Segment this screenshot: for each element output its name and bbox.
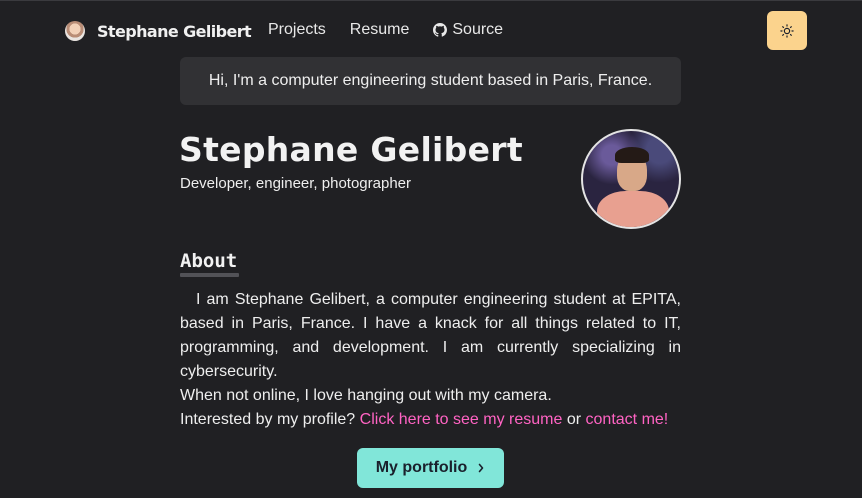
brand-avatar bbox=[65, 21, 85, 41]
main-nav: Projects Resume Source bbox=[268, 21, 503, 39]
github-icon bbox=[433, 23, 448, 37]
photo-shirt bbox=[597, 191, 669, 227]
greeting-banner: Hi, I'm a computer engineering student b… bbox=[180, 57, 681, 105]
resume-link[interactable]: Click here to see my resume bbox=[360, 411, 563, 428]
nav-projects-link[interactable]: Projects bbox=[268, 21, 326, 39]
sun-icon bbox=[780, 23, 794, 38]
brand-logo-link[interactable]: Stephane Gelibert bbox=[65, 20, 252, 42]
top-navbar: Stephane Gelibert Projects Resume Source bbox=[0, 0, 862, 58]
portfolio-button-label: My portfolio bbox=[375, 459, 468, 476]
about-section: I am Stephane Gelibert, a computer engin… bbox=[180, 288, 681, 432]
about-heading-underline bbox=[180, 273, 239, 277]
nav-source-label: Source bbox=[452, 21, 504, 38]
chevron-right-icon bbox=[478, 463, 484, 473]
about-interest-line: Interested by my profile? Click here to … bbox=[180, 408, 681, 432]
brand-name: Stephane Gelibert bbox=[97, 21, 252, 41]
nav-resume-link[interactable]: Resume bbox=[350, 21, 410, 39]
about-paragraph: I am Stephane Gelibert, a computer engin… bbox=[180, 291, 681, 380]
profile-photo bbox=[581, 129, 681, 229]
nav-source-link[interactable]: Source bbox=[433, 21, 503, 39]
contact-link[interactable]: contact me! bbox=[586, 411, 669, 428]
theme-toggle-button[interactable] bbox=[767, 11, 807, 50]
about-heading: About bbox=[180, 250, 238, 272]
hero-tagline: Developer, engineer, photographer bbox=[180, 175, 412, 192]
or-text: or bbox=[566, 411, 582, 428]
portfolio-button[interactable]: My portfolio bbox=[357, 448, 504, 488]
hero-name: Stephane Gelibert bbox=[179, 130, 523, 169]
photo-hair bbox=[615, 147, 649, 163]
interest-prefix: Interested by my profile? bbox=[180, 411, 356, 428]
about-camera-line: When not online, I love hanging out with… bbox=[180, 387, 552, 404]
